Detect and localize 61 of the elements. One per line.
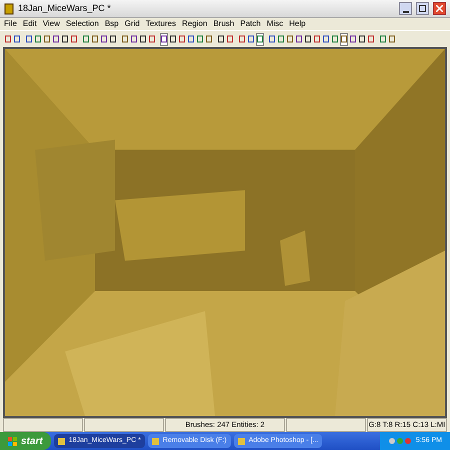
toolbar-button[interactable] xyxy=(247,32,255,46)
window-icon xyxy=(58,438,65,444)
toolbar-button[interactable] xyxy=(340,32,348,46)
minimize-icon xyxy=(402,11,408,14)
toolbar-button[interactable] xyxy=(322,32,330,46)
window-icon xyxy=(152,438,159,444)
toolbar-button[interactable] xyxy=(130,32,138,46)
toolbar-button[interactable] xyxy=(148,32,156,46)
toolbar-button[interactable] xyxy=(358,32,366,46)
toolbar-button[interactable] xyxy=(139,32,147,46)
toolbar-button[interactable] xyxy=(217,32,225,46)
close-button[interactable] xyxy=(433,2,446,15)
toolbar-button[interactable] xyxy=(286,32,294,46)
toolbar-button[interactable] xyxy=(121,32,129,46)
toolbar-button[interactable] xyxy=(52,32,60,46)
menu-item[interactable]: Help xyxy=(289,20,306,28)
menu-item[interactable]: Grid xyxy=(124,20,140,28)
maximize-icon xyxy=(419,5,426,12)
toolbar-button[interactable] xyxy=(349,32,357,46)
toolbar-button[interactable] xyxy=(109,32,117,46)
menu-item[interactable]: Patch xyxy=(240,20,261,28)
menu-item[interactable]: View xyxy=(42,20,60,28)
toolbar-button[interactable] xyxy=(313,32,321,46)
menu-item[interactable]: Selection xyxy=(66,20,99,28)
start-button[interactable]: start xyxy=(0,432,51,450)
close-icon xyxy=(436,5,443,12)
toolbar-button[interactable] xyxy=(100,32,108,46)
toolbar-button[interactable] xyxy=(205,32,213,46)
window-title: 18Jan_MiceWars_PC * xyxy=(18,2,112,15)
toolbar-button[interactable] xyxy=(43,32,51,46)
menu-item[interactable]: Edit xyxy=(22,20,37,28)
menu-item[interactable]: File xyxy=(4,20,17,28)
toolbar-button[interactable] xyxy=(13,32,21,46)
maximize-button[interactable] xyxy=(416,2,429,15)
menu-item[interactable]: Region xyxy=(182,20,208,28)
window-icon xyxy=(238,438,245,444)
toolbar-button[interactable] xyxy=(70,32,78,46)
toolbar-button[interactable] xyxy=(4,32,12,46)
toolbar-button[interactable] xyxy=(160,32,168,46)
toolbar-button[interactable] xyxy=(61,32,69,46)
toolbar-button[interactable] xyxy=(25,32,33,46)
menu-item[interactable]: Textures xyxy=(146,20,176,28)
toolbar-button[interactable] xyxy=(256,32,264,46)
toolbar-button[interactable] xyxy=(388,32,396,46)
minimize-button[interactable] xyxy=(399,2,412,15)
menu-item[interactable]: Misc xyxy=(266,20,284,28)
menu-item[interactable]: Bsp xyxy=(104,20,119,28)
tray-icons xyxy=(388,437,412,445)
app-icon xyxy=(4,2,14,14)
toolbar-button[interactable] xyxy=(178,32,186,46)
windows-logo-icon xyxy=(8,436,17,446)
menu-item[interactable]: Brush xyxy=(213,20,234,28)
toolbar-button[interactable] xyxy=(91,32,99,46)
toolbar-button[interactable] xyxy=(238,32,246,46)
toolbar-button[interactable] xyxy=(367,32,375,46)
toolbar-button[interactable] xyxy=(295,32,303,46)
toolbar-button[interactable] xyxy=(304,32,312,46)
toolbar-button[interactable] xyxy=(169,32,177,46)
toolbar-button[interactable] xyxy=(226,32,234,46)
toolbar-button[interactable] xyxy=(268,32,276,46)
toolbar-button[interactable] xyxy=(187,32,195,46)
